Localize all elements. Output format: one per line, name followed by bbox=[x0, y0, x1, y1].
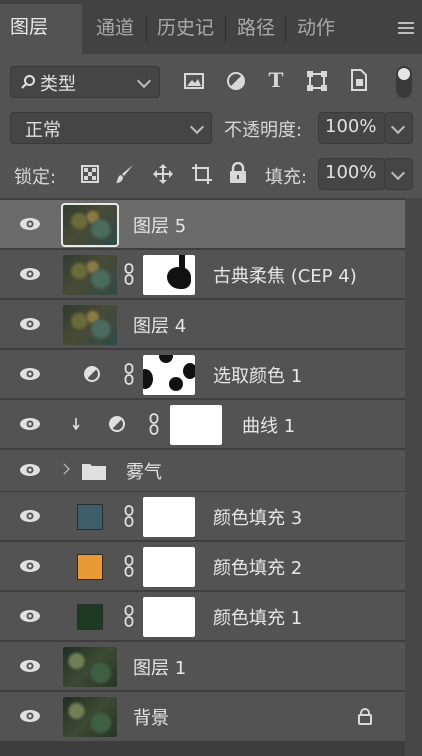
chevron-down-icon bbox=[390, 165, 406, 181]
clipping-arrow-icon bbox=[73, 418, 80, 431]
tab-bar: 图层 通道 历史记 路径 动作 bbox=[0, 0, 422, 54]
lock-move-icon[interactable] bbox=[152, 163, 174, 185]
chevron-down-icon bbox=[136, 73, 152, 89]
layer-kind-filter[interactable]: 类型 bbox=[10, 66, 160, 98]
eye-icon[interactable] bbox=[19, 709, 41, 723]
link-icon[interactable] bbox=[149, 413, 159, 435]
layer-name[interactable]: 曲线 1 bbox=[242, 412, 295, 438]
layer-thumbnail[interactable] bbox=[63, 697, 117, 737]
eye-icon[interactable] bbox=[19, 463, 41, 477]
link-icon[interactable] bbox=[124, 363, 134, 385]
layer-name[interactable]: 颜色填充 2 bbox=[213, 554, 302, 580]
eye-icon[interactable] bbox=[19, 317, 41, 331]
scrollbar[interactable] bbox=[405, 198, 422, 756]
lock-paint-icon[interactable] bbox=[114, 163, 136, 185]
fill-color-swatch[interactable] bbox=[77, 604, 103, 630]
link-icon[interactable] bbox=[124, 263, 134, 285]
chevron-right-icon[interactable] bbox=[58, 463, 70, 475]
layer-mask-thumbnail[interactable] bbox=[143, 597, 195, 637]
opacity-label: 不透明度: bbox=[224, 120, 303, 141]
type-filter-icon[interactable]: T bbox=[262, 66, 290, 94]
layer-name[interactable]: 颜色填充 1 bbox=[213, 604, 302, 630]
eye-icon[interactable] bbox=[19, 609, 41, 623]
opacity-value: 100% bbox=[325, 116, 377, 137]
blend-mode-value: 正常 bbox=[25, 120, 61, 141]
folder-icon bbox=[82, 464, 106, 480]
adjust-filter-icon[interactable] bbox=[225, 70, 247, 92]
layer-row[interactable]: 颜色填充 2 bbox=[0, 542, 405, 591]
layer-row[interactable]: 古典柔焦 (CEP 4) bbox=[0, 250, 405, 299]
panel-menu-icon[interactable] bbox=[398, 22, 414, 34]
layer-row[interactable]: 颜色填充 3 bbox=[0, 492, 405, 541]
layer-name[interactable]: 背景 bbox=[133, 704, 169, 730]
link-icon[interactable] bbox=[124, 505, 134, 527]
layer-thumbnail[interactable] bbox=[63, 647, 117, 687]
tab-history[interactable]: 历史记 bbox=[147, 8, 233, 48]
layer-group-row[interactable]: 雾气 bbox=[0, 450, 405, 492]
eye-icon[interactable] bbox=[19, 659, 41, 673]
layer-mask-thumbnail[interactable] bbox=[143, 497, 195, 537]
eye-icon[interactable] bbox=[19, 559, 41, 573]
smart-filter-icon[interactable] bbox=[349, 68, 369, 92]
layer-row[interactable]: 曲线 1 bbox=[0, 400, 405, 449]
search-icon bbox=[21, 75, 35, 89]
layer-thumbnail[interactable] bbox=[63, 255, 117, 295]
fill-color-swatch[interactable] bbox=[77, 504, 103, 530]
chevron-down-icon bbox=[390, 119, 406, 135]
eye-icon[interactable] bbox=[19, 417, 41, 431]
lock-artboard-icon[interactable] bbox=[190, 163, 214, 185]
layer-name[interactable]: 图层 5 bbox=[133, 212, 186, 238]
layer-row[interactable]: 图层 5 bbox=[0, 200, 405, 249]
fill-input[interactable]: 100% bbox=[318, 158, 386, 190]
adjustment-layer-icon[interactable] bbox=[109, 416, 125, 432]
lock-icon[interactable] bbox=[358, 708, 372, 725]
layer-row[interactable]: 选取颜色 1 bbox=[0, 350, 405, 399]
layer-thumbnail[interactable] bbox=[63, 305, 117, 345]
eye-icon[interactable] bbox=[19, 217, 41, 231]
layer-name[interactable]: 雾气 bbox=[126, 458, 162, 484]
tab-channels[interactable]: 通道 bbox=[86, 8, 144, 48]
eye-icon[interactable] bbox=[19, 267, 41, 281]
layer-row[interactable]: 颜色填充 1 bbox=[0, 592, 405, 641]
layer-row[interactable]: 背景 bbox=[0, 692, 405, 742]
layer-row[interactable]: 图层 4 bbox=[0, 300, 405, 349]
fill-value: 100% bbox=[325, 162, 377, 183]
blend-mode-select[interactable]: 正常 bbox=[10, 112, 212, 144]
link-icon[interactable] bbox=[124, 605, 134, 627]
lock-all-icon[interactable] bbox=[229, 162, 247, 184]
layer-mask-thumbnail[interactable] bbox=[143, 547, 195, 587]
tab-actions[interactable]: 动作 bbox=[287, 8, 345, 48]
layer-name[interactable]: 颜色填充 3 bbox=[213, 504, 302, 530]
tab-layers[interactable]: 图层 bbox=[0, 4, 82, 54]
layer-name[interactable]: 图层 4 bbox=[133, 312, 186, 338]
lock-label: 锁定: bbox=[14, 167, 57, 188]
layer-thumbnail[interactable] bbox=[61, 203, 119, 247]
fill-dropdown[interactable] bbox=[384, 158, 413, 190]
layer-kind-label: 类型 bbox=[40, 74, 76, 95]
eye-icon[interactable] bbox=[19, 509, 41, 523]
tab-paths[interactable]: 路径 bbox=[227, 8, 285, 48]
link-icon[interactable] bbox=[124, 555, 134, 577]
chevron-down-icon bbox=[189, 119, 205, 135]
filter-toggle-icon[interactable] bbox=[396, 66, 412, 98]
eye-icon[interactable] bbox=[19, 367, 41, 381]
opacity-input[interactable]: 100% bbox=[318, 112, 386, 144]
opacity-dropdown[interactable] bbox=[384, 112, 413, 144]
lock-transparent-icon[interactable] bbox=[81, 165, 99, 183]
layer-mask-thumbnail[interactable] bbox=[143, 355, 195, 395]
layer-name[interactable]: 选取颜色 1 bbox=[213, 362, 302, 388]
tab-separator bbox=[285, 16, 286, 42]
layer-mask-thumbnail[interactable] bbox=[143, 255, 195, 295]
layers-panel: 图层 通道 历史记 路径 动作 类型 T 正常 不透明度: 100% 锁定: 填… bbox=[0, 0, 422, 756]
shape-filter-icon[interactable] bbox=[305, 69, 329, 93]
fill-label: 填充: bbox=[265, 167, 308, 188]
fill-color-swatch[interactable] bbox=[77, 554, 103, 580]
image-filter-icon[interactable] bbox=[183, 71, 205, 91]
layer-mask-thumbnail[interactable] bbox=[170, 405, 222, 445]
layer-name[interactable]: 图层 1 bbox=[133, 654, 186, 680]
layer-name[interactable]: 古典柔焦 (CEP 4) bbox=[213, 262, 357, 288]
tab-separator bbox=[225, 16, 226, 42]
layer-row[interactable]: 图层 1 bbox=[0, 642, 405, 691]
adjustment-layer-icon[interactable] bbox=[84, 366, 100, 382]
